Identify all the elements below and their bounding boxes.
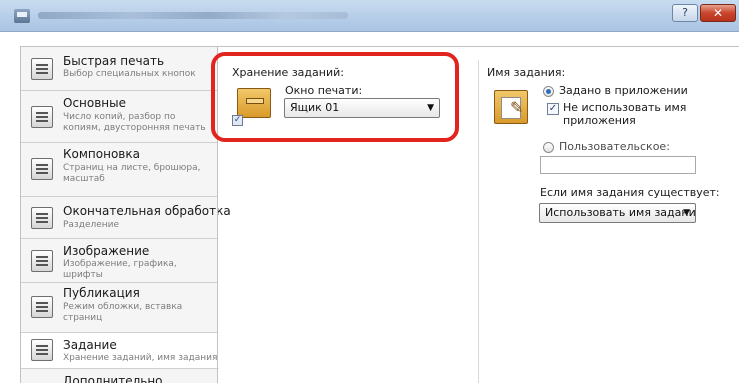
job-name-icon <box>494 90 528 124</box>
sidebar-item-advanced[interactable]: Дополнительно <box>21 371 217 383</box>
sidebar-item-imaging[interactable]: Изображение Изображение, графика, шрифты <box>21 239 217 283</box>
sidebar-item-subtitle: Выбор специальных кнопок <box>63 69 196 79</box>
job-name-exists-select[interactable]: Использовать имя задания ▼ <box>539 203 696 223</box>
finishing-icon <box>31 207 53 229</box>
layout-icon <box>31 158 53 180</box>
job-name-exists-label: Если имя задания существует: <box>540 186 720 199</box>
sidebar-item-finishing[interactable]: Окончательная обработка Разделение <box>21 197 231 239</box>
radio-set-in-application[interactable] <box>543 86 554 97</box>
basic-icon <box>31 106 53 128</box>
sidebar-item-title: Основные <box>63 96 127 110</box>
job-box-select[interactable]: Ящик 01 ▼ <box>284 98 440 118</box>
publishing-icon <box>31 296 53 318</box>
window-title-obscured <box>38 12 348 19</box>
sidebar-item-layout[interactable]: Компоновка Страниц на листе, брошюра, ма… <box>21 143 217 197</box>
job-box-icon <box>237 88 271 118</box>
imaging-icon <box>31 250 53 272</box>
job-name-exists-value: Использовать имя задания <box>545 206 696 219</box>
sidebar-item-title: Изображение <box>63 244 150 258</box>
sidebar-item-quick-print[interactable]: Быстрая печать Выбор специальных кнопок <box>21 47 217 91</box>
job-storage-label: Хранение заданий: <box>232 66 344 79</box>
chevron-down-icon: ▼ <box>427 103 434 113</box>
sidebar-item-subtitle: Режим обложки, вставка страниц <box>63 302 183 323</box>
radio-custom-label: Пользовательское: <box>559 140 670 153</box>
sidebar-item-title: Компоновка <box>63 147 140 161</box>
sidebar-item-publishing[interactable]: Публикация Режим обложки, вставка страни… <box>21 283 217 333</box>
sidebar-item-subtitle: Изображение, графика, шрифты <box>63 259 177 280</box>
job-box-value: Ящик 01 <box>290 101 340 114</box>
sidebar-item-subtitle: Хранение заданий, имя задания <box>63 353 218 363</box>
sidebar-item-subtitle: Разделение <box>63 220 120 230</box>
sidebar-item-title: Публикация <box>63 286 140 300</box>
quick-print-icon <box>31 58 53 80</box>
sidebar-item-title: Окончательная обработка <box>63 204 231 218</box>
sidebar-item-title: Быстрая печать <box>63 54 165 68</box>
radio-set-in-application-label: Задано в приложении <box>559 84 688 97</box>
panel-divider <box>478 60 479 383</box>
help-button[interactable]: ? <box>672 4 698 22</box>
job-storage-checkbox[interactable]: ✓ <box>232 115 243 126</box>
close-button[interactable]: ✕ <box>700 4 736 22</box>
sidebar-item-title: Дополнительно <box>63 374 163 383</box>
dont-use-app-name-label: Не использовать имя приложения <box>563 101 687 127</box>
job-name-label: Имя задания: <box>487 66 566 79</box>
chevron-down-icon: ▼ <box>683 208 690 218</box>
sidebar-item-subtitle: Страниц на листе, брошюра, масштаб <box>63 163 201 184</box>
job-icon <box>31 339 53 361</box>
sidebar-item-job[interactable]: Задание Хранение заданий, имя задания <box>21 333 219 369</box>
title-bar: ? ✕ <box>0 0 739 32</box>
radio-custom[interactable] <box>543 142 554 153</box>
custom-job-name-input[interactable] <box>540 156 696 174</box>
dont-use-app-name-checkbox[interactable]: ✓ <box>547 103 559 115</box>
sidebar-item-subtitle: Число копий, разбор по копиям, двусторон… <box>63 112 206 133</box>
job-box-label: Окно печати: <box>285 84 363 97</box>
printer-app-icon <box>14 9 30 23</box>
sidebar-item-basic[interactable]: Основные Число копий, разбор по копиям, … <box>21 91 217 143</box>
sidebar-nav: Быстрая печать Выбор специальных кнопок … <box>20 46 231 383</box>
sidebar-item-title: Задание <box>63 338 117 352</box>
